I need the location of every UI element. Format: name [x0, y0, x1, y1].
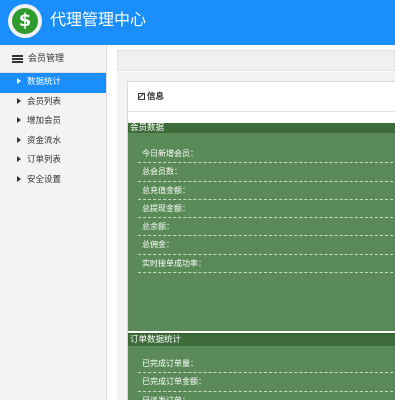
- panel-header: 信息: [128, 82, 395, 112]
- stat-row-total-balance: 总余额：: [138, 218, 393, 237]
- stat-row-total-members: 总会员数：: [138, 163, 393, 182]
- caret-right-icon: [17, 117, 21, 123]
- list-icon: [12, 54, 23, 63]
- stat-row-success-rate: 实时接单成功率：: [138, 255, 393, 274]
- order-data-section: 订单数据统计 已完成订单量： 已完成订单金额： 已派发订单：: [128, 333, 395, 400]
- stat-row-total-commission: 总佣金：: [138, 236, 393, 255]
- stat-row-dispatched-orders: 已派发订单：: [138, 392, 393, 400]
- stat-row-total-recharge: 总充值金额：: [138, 182, 393, 200]
- section-title: 会员数据: [128, 123, 395, 133]
- stat-row-completed-amount: 已完成订单金额：: [138, 373, 393, 392]
- sidebar-item-label: 会员列表: [27, 96, 62, 107]
- sidebar-item-label: 资金流水: [27, 135, 62, 146]
- logo-glyph: $: [12, 8, 38, 34]
- sidebar-item-label: 订单列表: [27, 155, 62, 165]
- dollar-coin-icon: $: [8, 4, 42, 38]
- sidebar-item-member-list[interactable]: 会员列表: [0, 93, 106, 113]
- stat-row-total-withdraw: 总提现金额：: [138, 200, 393, 219]
- sidebar-item-security[interactable]: 安全设置: [0, 171, 106, 191]
- app-title: 代理管理中心: [50, 10, 147, 29]
- sidebar-item-label: 增加会员: [27, 116, 62, 126]
- caret-right-icon: [17, 78, 21, 84]
- sidebar-item-label: 数据统计: [27, 77, 62, 87]
- sidebar-item-fund-flow[interactable]: 资金流水: [0, 132, 106, 152]
- member-data-section: 会员数据 今日新增会员： 总会员数： 总充值金额： 总提现金额： 总余额： 总佣…: [128, 123, 395, 331]
- stat-row-completed-orders: 已完成订单量：: [138, 355, 393, 374]
- stat-row-today-new-members: 今日新增会员：: [138, 145, 393, 164]
- sidebar-header-label: 会员管理: [28, 54, 65, 64]
- sidebar-item-label: 安全设置: [27, 174, 62, 185]
- caret-right-icon: [17, 156, 21, 162]
- sidebar: 会员管理 数据统计 会员列表 增加会员 资金流水 订单列表 安全设置: [0, 45, 107, 400]
- caret-right-icon: [17, 175, 21, 182]
- sidebar-item-order-list[interactable]: 订单列表: [0, 151, 106, 171]
- caret-right-icon: [17, 97, 21, 104]
- caret-right-icon: [17, 136, 21, 143]
- edit-icon: [138, 93, 145, 100]
- sidebar-item-statistics[interactable]: 数据统计: [0, 73, 106, 93]
- sidebar-header[interactable]: 会员管理: [0, 45, 106, 73]
- panel-title: 信息: [147, 92, 165, 102]
- app-header: $ 代理管理中心: [0, 0, 395, 45]
- section-title: 订单数据统计: [128, 333, 395, 346]
- content-tab-bar: [117, 50, 395, 71]
- sidebar-item-add-member[interactable]: 增加会员: [0, 112, 106, 132]
